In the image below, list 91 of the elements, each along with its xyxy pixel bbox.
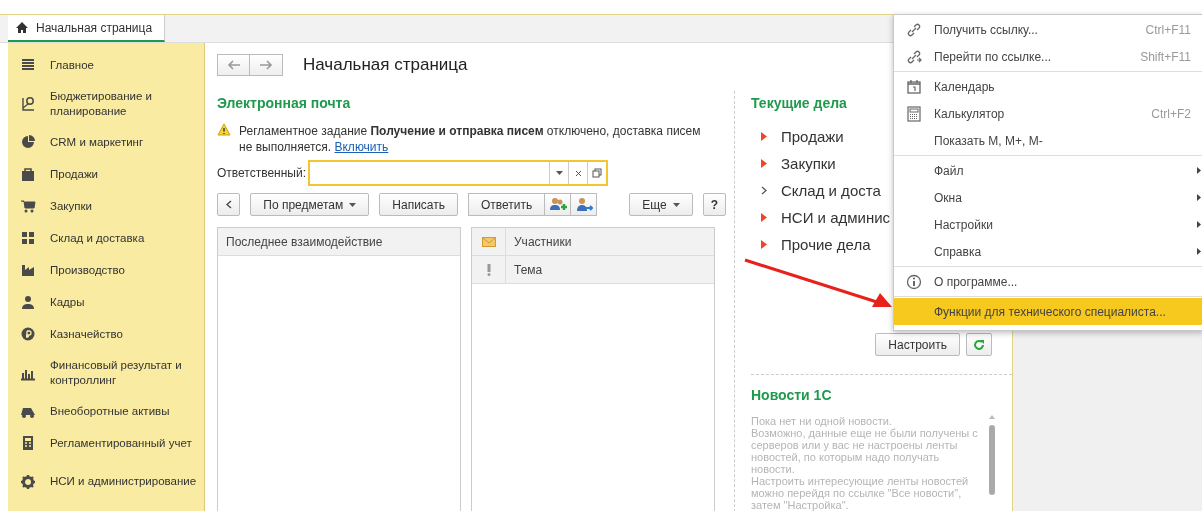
warning-icon bbox=[217, 123, 231, 136]
link-arrow-icon bbox=[906, 48, 922, 65]
write-button[interactable]: Написать bbox=[379, 193, 458, 216]
enable-link[interactable]: Включить bbox=[334, 140, 389, 154]
sidebar-item[interactable]: Производство bbox=[8, 254, 204, 286]
clear-icon[interactable] bbox=[574, 169, 582, 177]
news-text: Настроить интересующие ленты новостей можно перейдя по ссылке "Все новости", затем "Настройка". bbox=[751, 475, 970, 511]
dropdown-icon[interactable] bbox=[555, 171, 563, 175]
menu-item[interactable]: Калькулятор Ctrl+F2 bbox=[894, 100, 1202, 127]
chart-icon bbox=[20, 95, 36, 112]
menu-item[interactable]: Окна bbox=[894, 184, 1202, 211]
envelope-icon bbox=[481, 236, 496, 247]
task-item[interactable]: НСИ и админис bbox=[751, 204, 891, 231]
grid-icon bbox=[20, 230, 36, 246]
column-header: Участники bbox=[513, 234, 572, 249]
calculator-icon bbox=[906, 105, 922, 122]
column-header: Тема bbox=[513, 262, 543, 277]
chevron-left-icon bbox=[225, 200, 232, 209]
sidebar-item[interactable]: CRM и маркетинг bbox=[8, 126, 204, 158]
calculator-icon bbox=[20, 435, 36, 451]
open-window-icon[interactable] bbox=[592, 168, 603, 178]
caret-icon bbox=[349, 202, 357, 207]
home-tab[interactable]: Начальная страница bbox=[8, 15, 166, 42]
responsible-field[interactable] bbox=[308, 160, 609, 186]
task-item[interactable]: Закупки bbox=[751, 150, 836, 177]
help-button[interactable]: ? bbox=[702, 193, 726, 216]
info-icon bbox=[906, 273, 922, 290]
sidebar-item[interactable]: Закупки bbox=[8, 190, 204, 222]
menu-item[interactable]: Справка bbox=[894, 238, 1202, 265]
sidebar-item[interactable]: Продажи bbox=[8, 158, 204, 190]
configure-button[interactable]: Настроить bbox=[875, 333, 960, 356]
shortcut-text: Ctrl+F11 bbox=[1145, 22, 1191, 37]
person-icon bbox=[20, 294, 36, 310]
section-title: Текущие дела bbox=[751, 95, 847, 111]
factory-icon bbox=[20, 262, 36, 278]
gear-icon bbox=[20, 473, 36, 490]
link-icon bbox=[906, 21, 922, 38]
menu-item[interactable]: Функции для технического специалиста... bbox=[894, 298, 1202, 325]
home-icon bbox=[16, 22, 28, 33]
shortcut-text: Shift+F11 bbox=[1140, 49, 1191, 64]
person-arrow-icon bbox=[574, 196, 593, 213]
group-by-button[interactable]: По предметам bbox=[250, 193, 370, 216]
add-people-button[interactable] bbox=[545, 193, 572, 216]
sidebar-item[interactable]: Бюджетирование и планирование bbox=[8, 81, 204, 126]
cart-icon bbox=[20, 198, 36, 214]
sidebar-item[interactable]: Главное bbox=[8, 49, 204, 81]
exclamation-icon bbox=[486, 263, 491, 276]
section-title: Новости 1С bbox=[751, 387, 833, 403]
warning-message: Регламентное задание Получение и отправка писем отключено, доставка писем не выполняется. Включить bbox=[239, 123, 702, 155]
menu-item[interactable]: О программе... bbox=[894, 268, 1202, 295]
menu-item[interactable]: Перейти по ссылке... Shift+F11 bbox=[894, 43, 1202, 70]
pie-chart-icon bbox=[20, 134, 36, 150]
field-label: Ответственный: bbox=[217, 166, 307, 180]
sidebar-item[interactable]: НСИ и администрирование bbox=[8, 459, 204, 504]
sidebar-item[interactable]: Склад и доставка bbox=[8, 222, 204, 254]
coin-icon bbox=[20, 326, 36, 342]
caret-icon bbox=[672, 202, 680, 207]
menu-item[interactable]: Файл bbox=[894, 157, 1202, 184]
page-title: Начальная страница bbox=[303, 55, 468, 75]
sidebar-item[interactable]: Финансовый результат и контроллинг bbox=[8, 350, 204, 395]
sidebar-item[interactable]: Казначейство bbox=[8, 318, 204, 350]
menu-item[interactable]: Настройки bbox=[894, 211, 1202, 238]
sidebar-item[interactable]: Внеоборотные активы bbox=[8, 395, 204, 427]
left-arrow-icon bbox=[226, 60, 241, 70]
more-button[interactable]: Еще bbox=[629, 193, 693, 216]
people-plus-icon bbox=[548, 196, 567, 213]
task-item[interactable]: Склад и доста bbox=[751, 177, 881, 204]
menu-item[interactable]: Показать M, M+, M- bbox=[894, 127, 1202, 154]
scrollbar-thumb[interactable] bbox=[989, 425, 995, 495]
sidebar-item[interactable]: Кадры bbox=[8, 286, 204, 318]
menu-item[interactable]: Получить ссылку... Ctrl+F11 bbox=[894, 16, 1202, 43]
news-text: Пока нет ни одной новости. bbox=[751, 415, 893, 427]
refresh-button[interactable] bbox=[966, 333, 992, 356]
list-icon bbox=[20, 57, 36, 73]
collapse-button[interactable] bbox=[217, 193, 241, 216]
reply-button[interactable]: Ответить bbox=[468, 193, 546, 216]
calendar-icon bbox=[906, 78, 922, 95]
task-item[interactable]: Прочие дела bbox=[751, 231, 871, 258]
column-header: Последнее взаимодействие bbox=[218, 228, 460, 256]
refresh-icon bbox=[973, 338, 985, 351]
back-button[interactable] bbox=[217, 54, 250, 76]
task-item[interactable]: Продажи bbox=[751, 123, 844, 150]
bag-icon bbox=[20, 166, 36, 182]
forward-button[interactable] bbox=[250, 54, 283, 76]
news-text: Возможно, данные еще не были получены с серверов или у вас не настроены ленты новостей, по которым надо получать новости. bbox=[751, 427, 979, 475]
shortcut-text: Ctrl+F2 bbox=[1151, 106, 1191, 121]
sidebar-item[interactable]: Регламентированный учет bbox=[8, 427, 204, 459]
forward-person-button[interactable] bbox=[571, 193, 598, 216]
section-title: Электронная почта bbox=[217, 95, 352, 111]
right-arrow-icon bbox=[259, 60, 273, 70]
menu-item[interactable]: Календарь bbox=[894, 73, 1202, 100]
